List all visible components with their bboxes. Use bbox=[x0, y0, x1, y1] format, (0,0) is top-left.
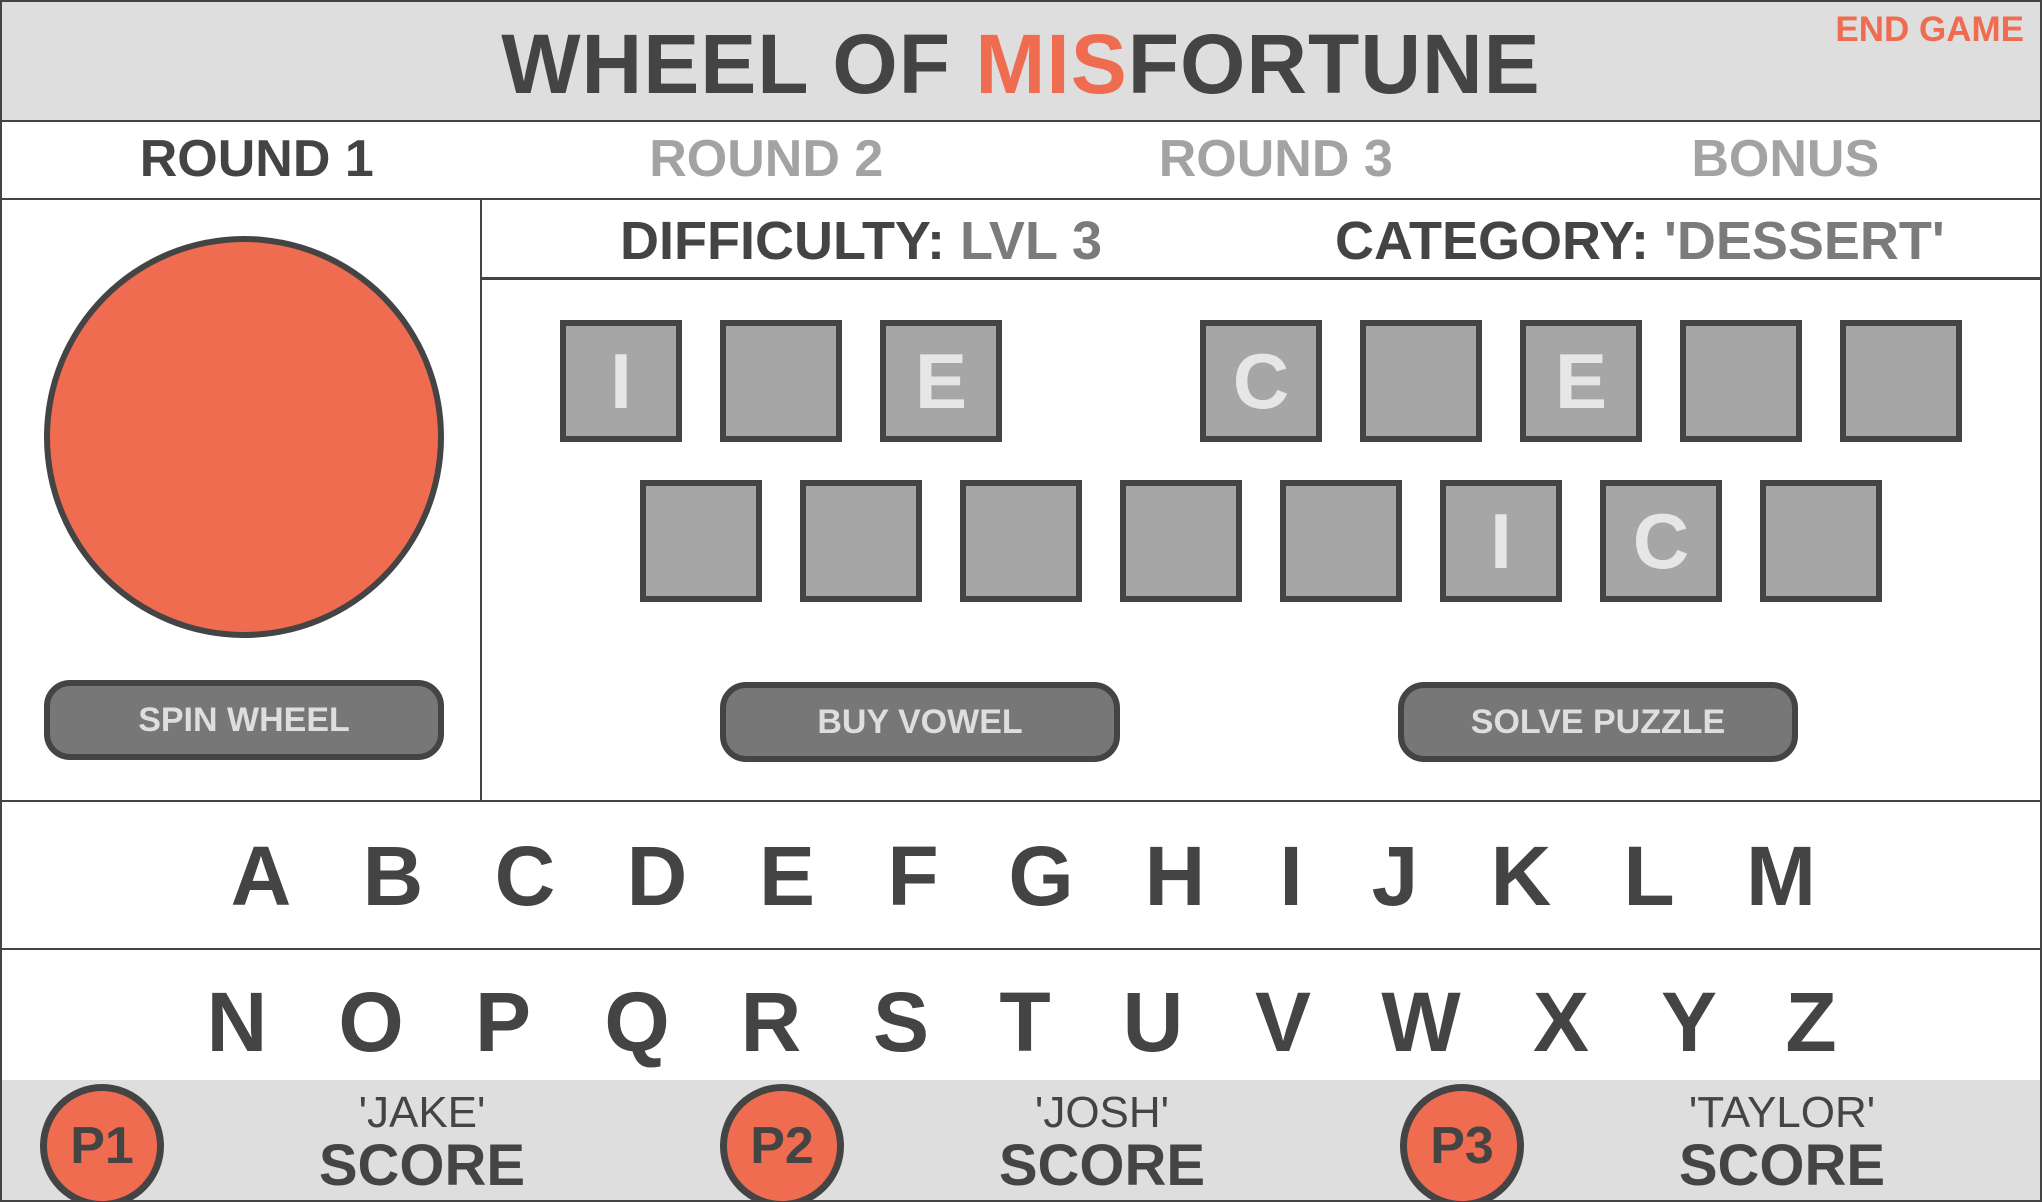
end-game-button[interactable]: END GAME bbox=[1835, 10, 2024, 50]
players-bar: P1 'JAKE' SCORE P2 'JOSH' SCORE P3 'TAYL… bbox=[0, 1080, 2042, 1202]
letter-button[interactable]: Z bbox=[1766, 974, 1856, 1071]
letter-button[interactable]: Y bbox=[1644, 974, 1734, 1071]
letter-button[interactable]: O bbox=[326, 974, 416, 1071]
puzzle-tile bbox=[640, 480, 762, 602]
letter-row-1: A B C D E F G H I J K L M bbox=[0, 800, 2042, 950]
info-row: DIFFICULTY: LVL 3 CATEGORY: 'DESSERT' bbox=[480, 198, 2042, 280]
title-part-1: WHEEL OF bbox=[501, 17, 976, 111]
player-name: 'TAYLOR' bbox=[1688, 1088, 1876, 1137]
player-badge: P2 bbox=[720, 1084, 844, 1202]
player-badge: P1 bbox=[40, 1084, 164, 1202]
difficulty-display: DIFFICULTY: LVL 3 bbox=[620, 210, 1102, 272]
letter-button[interactable]: A bbox=[216, 828, 306, 925]
letter-button[interactable]: P bbox=[458, 974, 548, 1071]
puzzle-tile bbox=[1360, 320, 1482, 442]
puzzle-tile: I bbox=[560, 320, 682, 442]
puzzle-tile bbox=[1680, 320, 1802, 442]
letter-button[interactable]: I bbox=[1246, 828, 1336, 925]
letter-button[interactable]: H bbox=[1130, 828, 1220, 925]
letter-button[interactable]: X bbox=[1516, 974, 1606, 1071]
puzzle-tile: C bbox=[1200, 320, 1322, 442]
player-score: SCORE bbox=[998, 1133, 1206, 1198]
letter-button[interactable]: L bbox=[1604, 828, 1694, 925]
player-name: 'JAKE' bbox=[358, 1088, 486, 1137]
round-tabs: ROUND 1 ROUND 2 ROUND 3 BONUS bbox=[0, 120, 2042, 200]
puzzle-tile: C bbox=[1600, 480, 1722, 602]
player-name: 'JOSH' bbox=[1034, 1088, 1170, 1137]
spin-wheel-button[interactable]: SPIN WHEEL bbox=[44, 680, 444, 760]
letter-button[interactable]: F bbox=[868, 828, 958, 925]
letter-button[interactable]: C bbox=[480, 828, 570, 925]
game-title: WHEEL OF MISFORTUNE bbox=[2, 16, 2040, 113]
difficulty-value: LVL 3 bbox=[959, 211, 1102, 271]
letter-button[interactable]: D bbox=[612, 828, 702, 925]
category-display: CATEGORY: 'DESSERT' bbox=[1335, 210, 1945, 272]
letter-button[interactable]: Q bbox=[592, 974, 682, 1071]
difficulty-label: DIFFICULTY: bbox=[620, 211, 945, 271]
title-accent: MIS bbox=[975, 17, 1128, 111]
letter-button[interactable]: G bbox=[996, 828, 1086, 925]
player-score: SCORE bbox=[318, 1133, 526, 1198]
puzzle-tile bbox=[960, 480, 1082, 602]
puzzle-tile bbox=[1120, 480, 1242, 602]
letter-button[interactable]: W bbox=[1376, 974, 1466, 1071]
player-score: SCORE bbox=[1678, 1133, 1886, 1198]
letter-button[interactable]: N bbox=[192, 974, 282, 1071]
puzzle-board: I E C E I C BUY VOWEL SOLVE PUZZLE bbox=[480, 280, 2042, 802]
letter-button[interactable]: V bbox=[1238, 974, 1328, 1071]
puzzle-tile bbox=[1280, 480, 1402, 602]
wheel[interactable] bbox=[44, 236, 444, 638]
letter-button[interactable]: M bbox=[1736, 828, 1826, 925]
title-part-2: FORTUNE bbox=[1127, 17, 1541, 111]
letter-button[interactable]: E bbox=[742, 828, 832, 925]
letter-button[interactable]: B bbox=[348, 828, 438, 925]
buy-vowel-button[interactable]: BUY VOWEL bbox=[720, 682, 1120, 762]
letter-button[interactable]: K bbox=[1476, 828, 1566, 925]
letter-button[interactable]: S bbox=[856, 974, 946, 1071]
letter-button[interactable]: U bbox=[1108, 974, 1198, 1071]
tab-round-3[interactable]: ROUND 3 bbox=[1021, 120, 1531, 198]
letter-button[interactable]: J bbox=[1350, 828, 1440, 925]
puzzle-tile bbox=[720, 320, 842, 442]
letter-button[interactable]: R bbox=[726, 974, 816, 1071]
solve-puzzle-button[interactable]: SOLVE PUZZLE bbox=[1398, 682, 1798, 762]
letter-button[interactable]: T bbox=[980, 974, 1070, 1071]
puzzle-tile: E bbox=[880, 320, 1002, 442]
puzzle-tile: I bbox=[1440, 480, 1562, 602]
tab-bonus[interactable]: BONUS bbox=[1531, 120, 2041, 198]
category-value: 'DESSERT' bbox=[1664, 211, 1945, 271]
puzzle-tile: E bbox=[1520, 320, 1642, 442]
puzzle-tile bbox=[1840, 320, 1962, 442]
tab-round-2[interactable]: ROUND 2 bbox=[512, 120, 1022, 198]
player-badge: P3 bbox=[1400, 1084, 1524, 1202]
letter-row-2: N O P Q R S T U V W X Y Z bbox=[0, 948, 2042, 1082]
category-label: CATEGORY: bbox=[1335, 211, 1649, 271]
header-bar: WHEEL OF MISFORTUNE END GAME bbox=[0, 0, 2042, 122]
tab-round-1[interactable]: ROUND 1 bbox=[2, 120, 512, 198]
puzzle-tile bbox=[800, 480, 922, 602]
puzzle-tile bbox=[1760, 480, 1882, 602]
wheel-panel: SPIN WHEEL bbox=[0, 198, 482, 802]
